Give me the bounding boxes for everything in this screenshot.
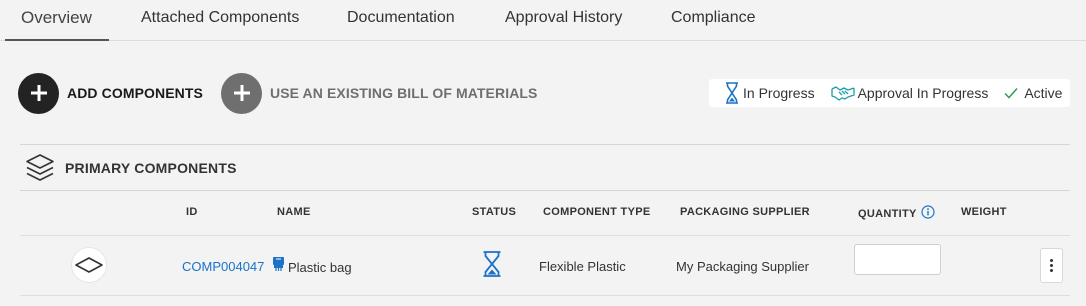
info-icon[interactable] xyxy=(921,205,935,219)
plus-icon xyxy=(18,72,59,114)
legend-active-label: Active xyxy=(1024,85,1063,101)
component-name-label: Plastic bag xyxy=(288,260,352,275)
packaging-supplier: My Packaging Supplier xyxy=(676,259,809,274)
active-tab-indicator xyxy=(5,39,109,41)
legend-approval-label: Approval In Progress xyxy=(857,85,989,101)
column-header-status: STATUS xyxy=(472,206,517,218)
kebab-dot xyxy=(1050,259,1053,262)
kebab-dot xyxy=(1050,269,1053,272)
table-header-divider xyxy=(20,190,1070,191)
bag-icon xyxy=(272,256,285,272)
legend-approval-in-progress: Approval In Progress xyxy=(830,85,989,101)
tab-bar: Overview Attached Components Documentati… xyxy=(0,0,1086,41)
column-header-quantity: QUANTITY xyxy=(858,204,935,220)
component-name: Plastic bag xyxy=(272,256,352,275)
plus-icon xyxy=(221,72,262,114)
column-header-weight: WEIGHT xyxy=(961,206,1007,218)
tab-overview[interactable]: Overview xyxy=(21,0,92,41)
tab-attached-components[interactable]: Attached Components xyxy=(141,0,299,41)
legend-in-progress: In Progress xyxy=(725,82,815,104)
tab-approval-history[interactable]: Approval History xyxy=(505,0,622,41)
handshake-icon xyxy=(830,85,855,101)
row-divider xyxy=(20,235,1070,236)
flexible-plastic-icon xyxy=(71,247,107,283)
quantity-header-label: QUANTITY xyxy=(858,208,917,220)
layers-icon xyxy=(24,152,56,184)
legend-active: Active xyxy=(1004,85,1062,101)
column-header-id: ID xyxy=(186,206,198,218)
use-existing-bom-label: USE AN EXISTING BILL OF MATERIALS xyxy=(270,85,538,101)
legend-in-progress-label: In Progress xyxy=(743,85,815,101)
more-options-button[interactable] xyxy=(1040,248,1063,283)
hourglass-icon xyxy=(482,251,502,277)
panel-title: PRIMARY COMPONENTS xyxy=(65,160,237,176)
column-header-name: NAME xyxy=(277,206,311,218)
panel-divider xyxy=(20,144,1070,145)
component-type: Flexible Plastic xyxy=(539,259,626,274)
add-components-button[interactable]: ADD COMPONENTS xyxy=(18,72,203,114)
checkmark-icon xyxy=(1004,87,1018,99)
use-existing-bom-button[interactable]: USE AN EXISTING BILL OF MATERIALS xyxy=(221,72,538,114)
add-components-label: ADD COMPONENTS xyxy=(67,85,203,101)
column-header-packaging-supplier: PACKAGING SUPPLIER xyxy=(680,206,810,218)
tab-compliance[interactable]: Compliance xyxy=(671,0,755,41)
hourglass-icon xyxy=(725,82,739,104)
tab-documentation[interactable]: Documentation xyxy=(347,0,455,41)
row-divider-bottom xyxy=(20,295,1070,296)
primary-components-heading: PRIMARY COMPONENTS xyxy=(24,151,237,185)
kebab-dot xyxy=(1050,264,1053,267)
status-legend: In Progress Approval In Progress Active xyxy=(709,79,1070,107)
column-header-component-type: COMPONENT TYPE xyxy=(543,206,651,218)
component-id-link[interactable]: COMP004047 xyxy=(182,259,264,274)
quantity-input[interactable] xyxy=(854,244,941,275)
